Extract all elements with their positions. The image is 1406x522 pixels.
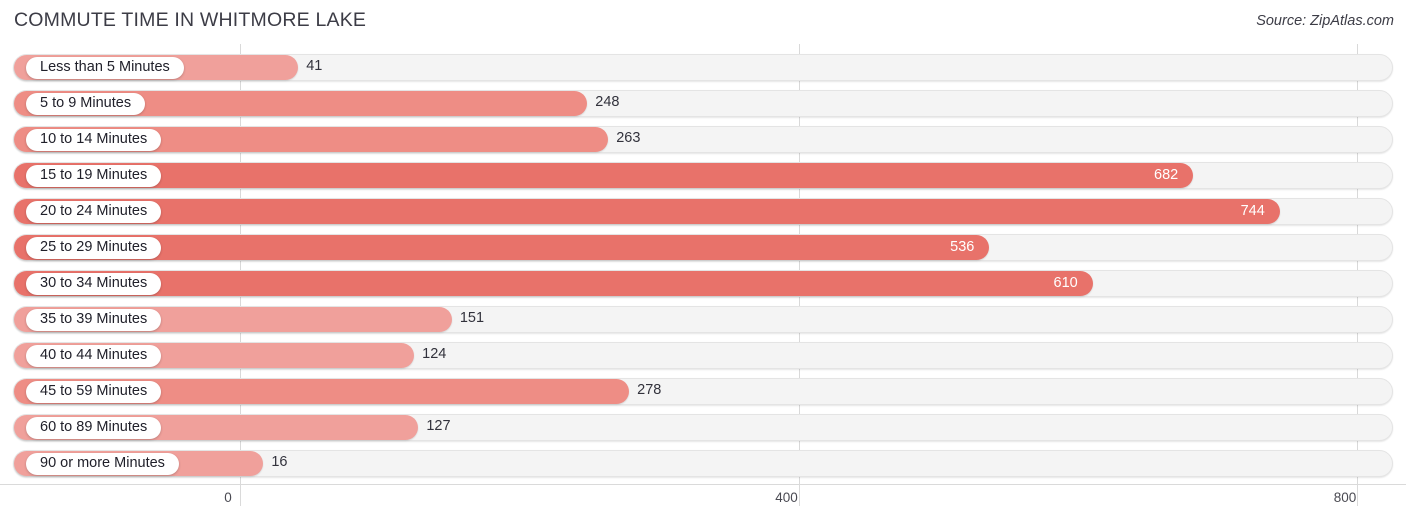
bar-row[interactable]: 10 to 14 Minutes 263 bbox=[13, 126, 1393, 153]
tick-mark-800 bbox=[1357, 484, 1358, 506]
category-label: 30 to 34 Minutes bbox=[40, 275, 148, 292]
tick-mark-400 bbox=[798, 484, 800, 506]
category-label: 45 to 59 Minutes bbox=[40, 383, 148, 400]
tick-mark-0 bbox=[240, 484, 241, 506]
category-label: 5 to 9 Minutes bbox=[40, 95, 132, 112]
bar-value-label: 151 bbox=[459, 310, 485, 326]
category-label: 15 to 19 Minutes bbox=[40, 167, 148, 184]
x-axis: 0 400 800 bbox=[0, 484, 1406, 522]
bar-value-label: 127 bbox=[426, 418, 451, 434]
bar-row[interactable]: 5 to 9 Minutes 248 bbox=[13, 90, 1393, 117]
category-label-pill: 5 to 9 Minutes bbox=[26, 92, 146, 115]
axis-line bbox=[0, 484, 1406, 485]
bar-row[interactable]: Less than 5 Minutes 41 bbox=[13, 54, 1393, 81]
category-label: Less than 5 Minutes bbox=[40, 59, 170, 76]
bar-value-label: 248 bbox=[595, 94, 620, 110]
tick-label-400: 400 bbox=[775, 490, 798, 505]
bar-value-label: 263 bbox=[616, 130, 641, 146]
chart-plot-area: Less than 5 Minutes 41 5 to 9 Minutes 248 10… bbox=[0, 44, 1406, 484]
category-label-pill: 60 to 89 Minutes bbox=[26, 416, 162, 439]
bar-value-label: 682 bbox=[1154, 166, 1179, 183]
category-label-pill: 40 to 44 Minutes bbox=[26, 344, 162, 367]
bar-rows: Less than 5 Minutes 41 5 to 9 Minutes 248 10… bbox=[0, 44, 1406, 484]
bar-row[interactable]: 30 to 34 Minutes 610 bbox=[13, 270, 1393, 297]
tick-label-0: 0 bbox=[224, 490, 232, 505]
category-label-pill: 90 or more Minutes bbox=[26, 452, 179, 475]
bar-value-label: 16 bbox=[271, 454, 288, 470]
category-label-pill: Less than 5 Minutes bbox=[26, 56, 184, 79]
category-label: 60 to 89 Minutes bbox=[40, 419, 148, 436]
category-label: 10 to 14 Minutes bbox=[40, 131, 148, 148]
category-label-pill: 15 to 19 Minutes bbox=[26, 164, 162, 187]
chart-header: COMMUTE TIME IN WHITMORE LAKE Source: Zi… bbox=[0, 0, 1406, 44]
bar-row[interactable]: 60 to 89 Minutes 127 bbox=[13, 414, 1393, 441]
bar-row[interactable]: 45 to 59 Minutes 278 bbox=[13, 378, 1393, 405]
bar-row[interactable]: 40 to 44 Minutes 124 bbox=[13, 342, 1393, 369]
category-label-pill: 30 to 34 Minutes bbox=[26, 272, 162, 295]
bar-value-label: 124 bbox=[422, 346, 447, 362]
category-label: 35 to 39 Minutes bbox=[40, 311, 148, 328]
tick-label-800: 800 bbox=[1333, 490, 1357, 505]
category-label: 40 to 44 Minutes bbox=[40, 347, 148, 364]
page-title: COMMUTE TIME IN WHITMORE LAKE bbox=[14, 9, 367, 31]
bar-value-label: 278 bbox=[637, 382, 662, 398]
category-label-pill: 35 to 39 Minutes bbox=[26, 308, 162, 331]
category-label: 25 to 29 Minutes bbox=[40, 239, 148, 256]
bar-fill bbox=[14, 271, 1093, 296]
bar-value-label: 536 bbox=[950, 238, 975, 255]
category-label-pill: 25 to 29 Minutes bbox=[26, 236, 162, 259]
category-label: 90 or more Minutes bbox=[40, 455, 165, 472]
bar-row[interactable]: 15 to 19 Minutes 682 bbox=[13, 162, 1393, 189]
category-label-pill: 45 to 59 Minutes bbox=[26, 380, 162, 403]
bar-value-label: 41 bbox=[306, 58, 323, 74]
bar-value-label: 610 bbox=[1053, 274, 1078, 291]
bar-row[interactable]: 25 to 29 Minutes 536 bbox=[13, 234, 1393, 261]
bar-value-label: 744 bbox=[1240, 202, 1265, 219]
bar-row[interactable]: 20 to 24 Minutes 744 bbox=[13, 198, 1393, 225]
bar-row[interactable]: 90 or more Minutes 16 bbox=[13, 450, 1393, 477]
bar-fill bbox=[14, 163, 1194, 188]
source-label: Source: ZipAtlas.com bbox=[1256, 13, 1394, 29]
category-label: 20 to 24 Minutes bbox=[40, 203, 148, 220]
bar-row[interactable]: 35 to 39 Minutes 151 bbox=[13, 306, 1393, 333]
category-label-pill: 10 to 14 Minutes bbox=[26, 128, 162, 151]
bar-fill bbox=[14, 199, 1280, 224]
category-label-pill: 20 to 24 Minutes bbox=[26, 200, 162, 223]
